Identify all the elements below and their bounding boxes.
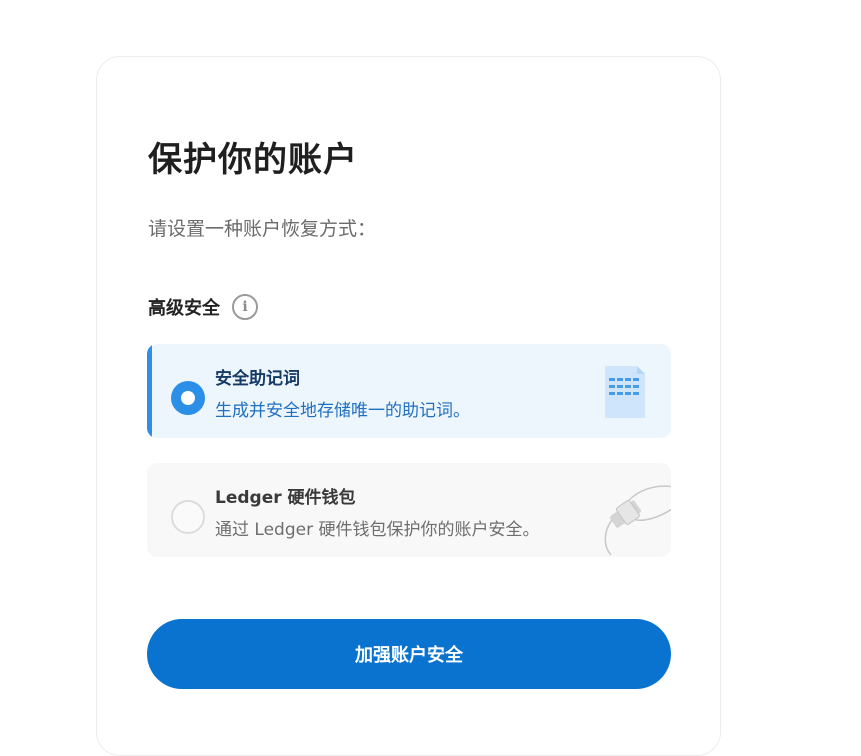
option-title: 安全助记词 — [215, 369, 300, 389]
info-icon[interactable]: i — [232, 294, 258, 320]
document-icon — [605, 366, 645, 418]
radio-selected[interactable] — [171, 381, 205, 415]
option-description: 生成并安全地存储唯一的助记词。 — [215, 401, 470, 421]
radio-unselected[interactable] — [171, 500, 205, 534]
page-subtitle: 请设置一种账户恢复方式： — [148, 218, 377, 240]
recovery-card: 保护你的账户 请设置一种账户恢复方式： 高级安全 i 安全助记词 生成并安全地存… — [96, 56, 721, 756]
option-description: 通过 Ledger 硬件钱包保护你的账户安全。 — [215, 520, 540, 540]
option-ledger[interactable]: Ledger 硬件钱包 通过 Ledger 硬件钱包保护你的账户安全。 — [147, 463, 671, 557]
usb-device-icon — [604, 485, 671, 556]
strengthen-security-button[interactable]: 加强账户安全 — [147, 619, 671, 689]
option-seed-phrase[interactable]: 安全助记词 生成并安全地存储唯一的助记词。 — [147, 344, 671, 438]
option-title: Ledger 硬件钱包 — [215, 488, 356, 508]
section-label: 高级安全 — [148, 298, 220, 319]
page-title: 保护你的账户 — [148, 140, 358, 180]
section-header: 高级安全 i — [148, 294, 258, 320]
